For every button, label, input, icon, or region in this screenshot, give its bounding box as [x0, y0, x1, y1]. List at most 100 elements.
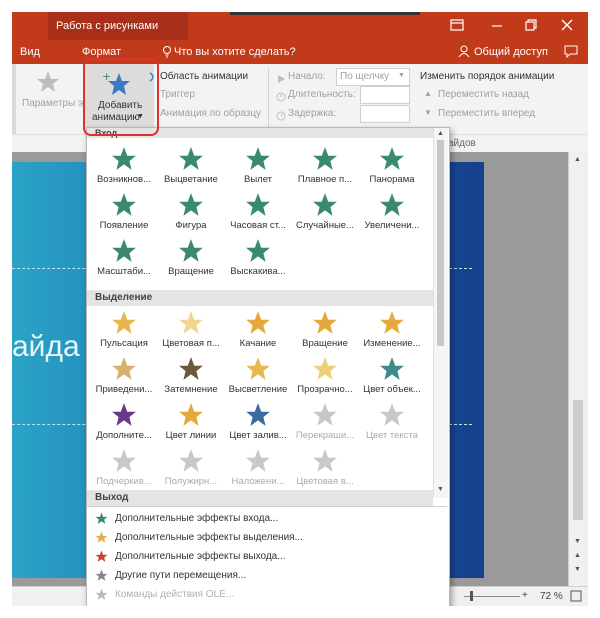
bold-reveal-star-icon	[225, 448, 291, 474]
effect-label: Цвет текста	[366, 430, 418, 441]
effect-label: Увеличени...	[364, 220, 420, 231]
grow-turn-star-icon	[359, 192, 425, 218]
effect-fade-star[interactable]: Выцветание	[158, 146, 224, 190]
scroll-down-icon[interactable]: ▼	[574, 538, 581, 545]
gallery-scrollbar[interactable]: ▲ ▼	[433, 128, 448, 498]
scroll-up-icon[interactable]: ▲	[574, 156, 581, 163]
effect-zoom-star[interactable]: Масштаби...	[91, 238, 157, 282]
move-back-arrow-icon: ▲	[424, 89, 432, 98]
effect-fill-color-star[interactable]: Цвет залив...	[225, 402, 291, 446]
animation-painter-button[interactable]: Анимация по образцу	[160, 108, 261, 119]
zoom-star-icon	[91, 238, 157, 264]
user-icon	[458, 45, 470, 61]
gallery-scroll-thumb[interactable]	[437, 140, 444, 346]
effect-lighten-star[interactable]: Высветление	[225, 356, 291, 400]
menu-motion-path-star[interactable]: Другие пути перемещения...	[91, 567, 431, 585]
effect-label: Приведени...	[95, 384, 153, 395]
effect-label: Перекраши...	[295, 430, 355, 441]
move-forward-button[interactable]: Переместить вперед	[438, 108, 535, 119]
zoom-slider-thumb[interactable]	[470, 591, 473, 601]
zoom-level[interactable]: 72 %	[540, 591, 563, 602]
pulse-star-icon	[91, 310, 157, 336]
ole-action-icon	[95, 588, 108, 606]
lighten-star-icon	[225, 356, 291, 382]
effect-grow-turn-star[interactable]: Увеличени...	[359, 192, 425, 236]
powerpoint-window: Работа с рисунками Вид Формат Что вы хот…	[12, 12, 588, 606]
effect-label: Качание	[239, 338, 277, 349]
effect-wipe-star[interactable]: Появление	[91, 192, 157, 236]
fit-slide-icon[interactable]	[570, 590, 582, 605]
maximize-icon[interactable]	[524, 18, 538, 37]
effect-complementary-star[interactable]: Дополните...	[91, 402, 157, 446]
comments-icon[interactable]	[564, 45, 578, 61]
tab-vid[interactable]: Вид	[20, 46, 40, 58]
delay-icon	[276, 108, 286, 126]
close-icon[interactable]	[560, 18, 574, 37]
add-animation-highlight	[83, 58, 159, 136]
transparency-star-icon	[292, 356, 358, 382]
effect-random-bars-star[interactable]: Случайные...	[292, 192, 358, 236]
darken-star-icon	[158, 356, 224, 382]
scroll-thumb[interactable]	[573, 400, 583, 520]
share-button[interactable]: Общий доступ	[474, 46, 548, 58]
effect-pulse-star[interactable]: Пульсация	[91, 310, 157, 354]
effect-swivel-star[interactable]: Вращение	[158, 238, 224, 282]
effect-brush-color-star: Перекраши...	[292, 402, 358, 446]
zoom-in-icon[interactable]: +	[522, 590, 528, 601]
fill-color-star-icon	[225, 402, 291, 428]
restore-ribbon-icon[interactable]	[450, 18, 464, 37]
duration-input[interactable]	[360, 86, 410, 104]
next-slide-icon[interactable]: ▼	[574, 566, 581, 573]
effect-label: Цвет линии	[165, 430, 217, 441]
animation-pane-button[interactable]: Область анимации	[160, 71, 248, 82]
effect-label: Пульсация	[100, 338, 148, 349]
fly-in-star-icon	[225, 146, 291, 172]
menu-emphasis-star[interactable]: Дополнительные эффекты выделения...	[91, 529, 431, 547]
tell-me-search[interactable]: Что вы хотите сделать?	[174, 46, 296, 58]
effect-label: Вращение	[168, 266, 214, 277]
effect-label: Цвет залив...	[229, 430, 287, 441]
add-animation-gallery: ▲ ▼ Вход Возникнов... Выцветание Вылет Плав…	[86, 127, 450, 606]
delay-label: Задержка:	[288, 108, 337, 119]
effect-appear-burst[interactable]: Возникнов...	[91, 146, 157, 190]
tab-format[interactable]: Формат	[82, 46, 121, 58]
effect-params-star-icon	[36, 70, 60, 99]
effect-underline-star: Подчеркив...	[91, 448, 157, 492]
appear-burst-icon	[91, 146, 157, 172]
effect-teeter-star[interactable]: Качание	[225, 310, 291, 354]
prev-slide-icon[interactable]: ▲	[574, 552, 581, 559]
start-label: Начало:	[288, 71, 326, 82]
effect-label: Вылет	[243, 174, 273, 185]
move-back-button[interactable]: Переместить назад	[438, 89, 529, 100]
effect-darken-star[interactable]: Затемнение	[158, 356, 224, 400]
trigger-button[interactable]: Триггер	[160, 89, 195, 100]
gallery-scroll-up-icon[interactable]: ▲	[437, 130, 444, 137]
delay-input[interactable]	[360, 105, 410, 123]
effect-float-in-star[interactable]: Плавное п...	[292, 146, 358, 190]
vertical-scrollbar[interactable]: ▲ ▼ ▲ ▼	[568, 152, 588, 586]
underline-star-icon	[91, 448, 157, 474]
effect-grow-shrink-star[interactable]: Изменение...	[359, 310, 425, 354]
effect-label: Часовая ст...	[230, 220, 286, 231]
effect-object-color-star[interactable]: Цвет объек...	[359, 356, 425, 400]
menu-exit-star[interactable]: Дополнительные эффекты выхода...	[91, 548, 431, 566]
fade-star-icon	[158, 146, 224, 172]
effect-wheel-star[interactable]: Часовая ст...	[225, 192, 291, 236]
title-bar: Работа с рисунками	[12, 12, 588, 40]
effect-shape-star[interactable]: Фигура	[158, 192, 224, 236]
effect-spin-star[interactable]: Вращение	[292, 310, 358, 354]
effect-desaturate-star[interactable]: Приведени...	[91, 356, 157, 400]
gallery-scroll-down-icon[interactable]: ▼	[437, 486, 444, 493]
effect-transparency-star[interactable]: Прозрачно...	[292, 356, 358, 400]
effect-line-color-star[interactable]: Цвет линии	[158, 402, 224, 446]
effect-color-pulse-star[interactable]: Цветовая п...	[158, 310, 224, 354]
effect-split-star[interactable]: Панорама	[359, 146, 425, 190]
menu-entrance-star[interactable]: Дополнительные эффекты входа...	[91, 510, 431, 528]
minimize-icon[interactable]	[490, 18, 504, 37]
slide-title-text[interactable]: айда	[12, 330, 80, 364]
section-emphasis-header: Выделение	[87, 290, 433, 306]
duration-label: Длительность:	[288, 89, 356, 100]
effect-bounce-star[interactable]: Выскакива...	[225, 238, 291, 282]
menu-ole-action: Команды действия OLE...	[91, 586, 431, 604]
effect-fly-in-star[interactable]: Вылет	[225, 146, 291, 190]
